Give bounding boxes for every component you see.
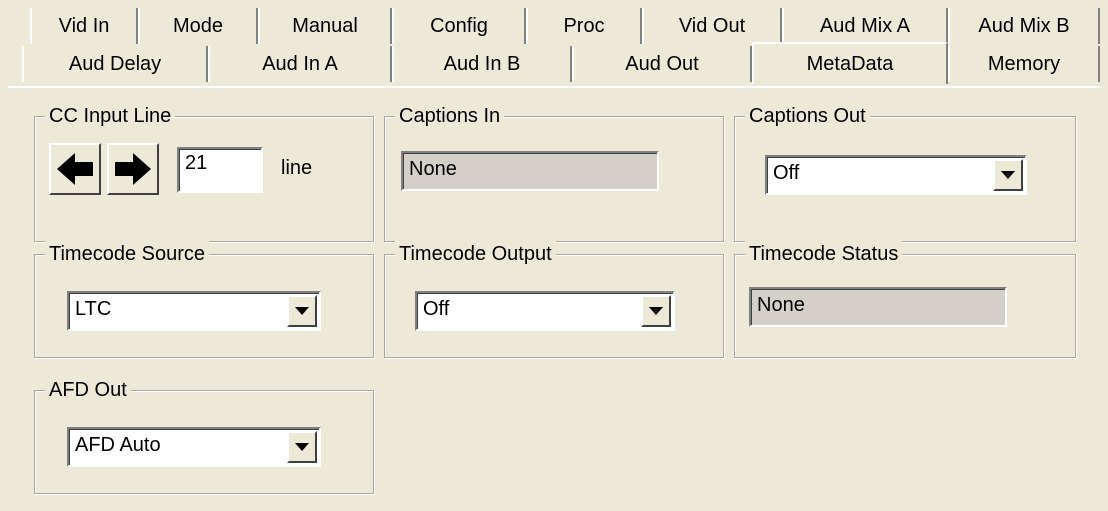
line-unit-label: line: [281, 157, 313, 179]
afd-out-title: AFD Out: [45, 377, 131, 403]
timecode-source-select[interactable]: LTC: [67, 291, 321, 331]
chevron-down-icon[interactable]: [993, 159, 1023, 191]
timecode-source-group: Timecode Source LTC: [34, 241, 374, 358]
chevron-down-icon[interactable]: [287, 431, 317, 463]
timecode-status-group: Timecode Status None: [734, 241, 1076, 358]
captions-in-group: Captions In None: [384, 103, 724, 242]
tab-manual[interactable]: Manual: [258, 8, 392, 44]
timecode-source-title: Timecode Source: [45, 241, 209, 267]
timecode-output-select[interactable]: Off: [415, 291, 675, 331]
captions-in-value: None: [401, 151, 659, 191]
cc-input-line-group: CC Input Line 21 line: [34, 103, 374, 242]
captions-out-title: Captions Out: [745, 103, 870, 129]
tab-mode[interactable]: Mode: [138, 8, 258, 44]
tab-aud-in-a[interactable]: Aud In A: [208, 46, 392, 82]
line-increment-button[interactable]: [107, 143, 159, 195]
tab-aud-out[interactable]: Aud Out: [572, 46, 752, 82]
arrow-right-icon: [115, 153, 151, 185]
line-decrement-button[interactable]: [49, 143, 101, 195]
chevron-down-icon[interactable]: [641, 295, 671, 327]
tab-vid-in[interactable]: Vid In: [30, 8, 138, 44]
metadata-panel: CC Input Line 21 line Captions In None C…: [8, 86, 1100, 508]
tab-config[interactable]: Config: [392, 8, 526, 44]
tab-vid-out[interactable]: Vid Out: [642, 8, 782, 44]
captions-out-select[interactable]: Off: [765, 155, 1027, 195]
afd-out-group: AFD Out AFD Auto: [34, 377, 374, 494]
tab-aud-mix-b[interactable]: Aud Mix B: [948, 8, 1100, 44]
timecode-status-title: Timecode Status: [745, 241, 903, 267]
cc-input-line-title: CC Input Line: [45, 103, 176, 129]
tab-aud-mix-a[interactable]: Aud Mix A: [782, 8, 948, 44]
timecode-output-title: Timecode Output: [395, 241, 556, 267]
tab-metadata[interactable]: MetaData: [752, 42, 948, 84]
chevron-down-icon[interactable]: [287, 295, 317, 327]
tab-aud-in-b[interactable]: Aud In B: [392, 46, 572, 82]
tab-aud-delay[interactable]: Aud Delay: [22, 46, 208, 82]
tab-memory[interactable]: Memory: [948, 46, 1100, 82]
timecode-status-value: None: [749, 287, 1007, 327]
cc-line-input[interactable]: 21: [177, 147, 263, 193]
captions-out-group: Captions Out Off: [734, 103, 1076, 242]
captions-in-title: Captions In: [395, 103, 505, 129]
afd-out-select[interactable]: AFD Auto: [67, 427, 321, 467]
timecode-output-group: Timecode Output Off: [384, 241, 724, 358]
arrow-left-icon: [57, 153, 93, 185]
tab-proc[interactable]: Proc: [526, 8, 642, 44]
